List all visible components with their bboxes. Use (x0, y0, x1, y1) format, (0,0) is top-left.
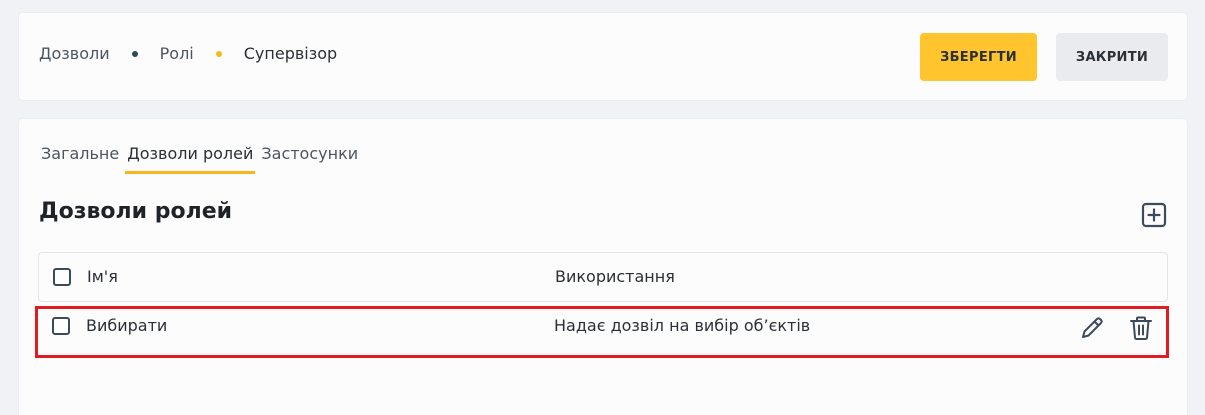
close-button[interactable]: ЗАКРИТИ (1056, 33, 1168, 81)
row-checkbox[interactable] (52, 317, 70, 335)
breadcrumb-current: Супервізор (243, 44, 338, 63)
tab-bar: Загальне Дозволи ролей Застосунки (39, 141, 364, 174)
table-row: Вибирати Надає дозвіл на вибір об’єктів (35, 306, 1169, 358)
header-card: Дозволи Ролі Супервізор ЗБЕРЕГТИ ЗАКРИТИ (19, 13, 1187, 100)
breadcrumb-separator-dot (131, 50, 138, 57)
breadcrumb-roles[interactable]: Ролі (160, 44, 194, 63)
table-header: Ім'я Використання (38, 252, 1168, 302)
tab-general[interactable]: Загальне (39, 141, 121, 174)
row-usage: Надає дозвіл на вибір об’єктів (554, 316, 811, 335)
select-all-checkbox[interactable] (53, 268, 71, 286)
page: Дозволи Ролі Супервізор ЗБЕРЕГТИ ЗАКРИТИ… (0, 0, 1205, 415)
plus-square-icon[interactable] (1141, 202, 1167, 228)
main-card: Загальне Дозволи ролей Застосунки Дозвол… (19, 119, 1187, 415)
pencil-icon[interactable] (1078, 314, 1106, 342)
row-name: Вибирати (86, 316, 168, 335)
save-button[interactable]: ЗБЕРЕГТИ (920, 33, 1037, 81)
breadcrumb-permissions[interactable]: Дозволи (39, 44, 110, 63)
column-header-usage: Використання (555, 267, 675, 286)
section-title: Дозволи ролей (39, 199, 233, 224)
breadcrumb: Дозволи Ролі Супервізор (39, 44, 337, 63)
tab-role-permissions[interactable]: Дозволи ролей (125, 141, 256, 174)
breadcrumb-separator-dot (215, 50, 222, 57)
tab-applications[interactable]: Застосунки (259, 141, 360, 174)
column-header-name: Ім'я (87, 267, 118, 286)
trash-icon[interactable] (1127, 314, 1155, 342)
